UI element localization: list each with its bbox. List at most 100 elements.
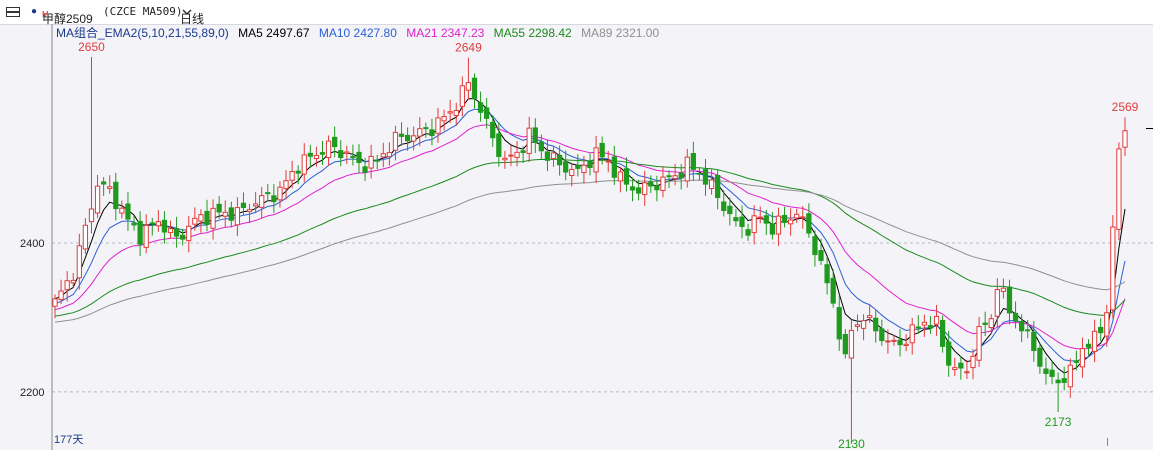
candle-body[interactable]	[70, 279, 76, 284]
candle-body[interactable]	[678, 172, 684, 179]
candle-body[interactable]	[404, 134, 411, 142]
candle-body[interactable]	[325, 140, 332, 159]
candle-body[interactable]	[319, 152, 326, 155]
candle-body[interactable]	[818, 250, 824, 261]
candle-body[interactable]	[563, 161, 569, 173]
candle-body[interactable]	[173, 228, 180, 237]
candle-body[interactable]	[727, 205, 733, 215]
candle-body[interactable]	[283, 180, 289, 189]
candle-body[interactable]	[76, 245, 82, 279]
candle-body[interactable]	[1019, 320, 1025, 332]
candle-body[interactable]	[933, 315, 940, 325]
candle-body[interactable]	[441, 116, 447, 122]
candle-body[interactable]	[295, 170, 301, 174]
candle-body[interactable]	[338, 150, 344, 159]
candle-body[interactable]	[860, 320, 867, 329]
candle-body[interactable]	[1079, 348, 1086, 368]
candle-body[interactable]	[538, 141, 544, 152]
candle-body[interactable]	[587, 160, 593, 168]
candle-body[interactable]	[1061, 378, 1067, 383]
candle-body[interactable]	[994, 289, 1000, 317]
candle-body[interactable]	[629, 186, 636, 191]
candle-body[interactable]	[447, 111, 453, 114]
candle-body[interactable]	[544, 151, 551, 161]
candle-body[interactable]	[271, 195, 277, 203]
candle-body[interactable]	[350, 155, 356, 158]
candle-body[interactable]	[757, 216, 763, 219]
candle-body[interactable]	[204, 210, 210, 226]
candle-body[interactable]	[313, 154, 320, 159]
candle-body[interactable]	[733, 217, 739, 222]
candle-body[interactable]	[715, 174, 721, 199]
candle-body[interactable]	[526, 127, 532, 154]
candle-body[interactable]	[58, 290, 64, 301]
candle-body[interactable]	[897, 339, 903, 346]
candle-body[interactable]	[708, 179, 715, 190]
candle-body[interactable]	[228, 207, 234, 221]
candle-body[interactable]	[781, 214, 788, 223]
candle-body[interactable]	[1085, 343, 1092, 348]
candle-body[interactable]	[660, 176, 666, 191]
candle-body[interactable]	[82, 224, 89, 250]
candle-body[interactable]	[131, 222, 137, 226]
candle-body[interactable]	[392, 131, 399, 151]
candle-body[interactable]	[763, 215, 769, 224]
candle-body[interactable]	[946, 341, 952, 366]
candle-body[interactable]	[1067, 364, 1073, 388]
candle-body[interactable]	[952, 367, 958, 371]
candle-body[interactable]	[1098, 326, 1104, 334]
candle-body[interactable]	[435, 117, 441, 134]
candle-body[interactable]	[921, 321, 928, 326]
candle-body[interactable]	[143, 224, 149, 248]
candle-body[interactable]	[775, 215, 782, 235]
candle-body[interactable]	[484, 107, 490, 119]
candle-body[interactable]	[471, 77, 478, 99]
candle-body[interactable]	[234, 207, 241, 226]
candle-body[interactable]	[550, 152, 557, 160]
candle-body[interactable]	[490, 121, 496, 139]
candle-body[interactable]	[277, 186, 283, 201]
candle-body[interactable]	[666, 175, 672, 178]
candle-body[interactable]	[672, 175, 678, 180]
candle-body[interactable]	[812, 236, 818, 256]
candle-body[interactable]	[1006, 286, 1013, 314]
candle-body[interactable]	[794, 213, 800, 219]
candle-body[interactable]	[1000, 287, 1007, 292]
candle-body[interactable]	[988, 318, 994, 328]
candle-body[interactable]	[982, 322, 988, 325]
candle-body[interactable]	[113, 181, 119, 210]
candle-body[interactable]	[1055, 379, 1061, 384]
candle-body[interactable]	[216, 203, 222, 213]
candle-body[interactable]	[556, 154, 563, 166]
candle-body[interactable]	[88, 208, 95, 223]
candle-body[interactable]	[301, 154, 307, 175]
candle-body[interactable]	[702, 168, 709, 185]
candle-body[interactable]	[356, 151, 362, 163]
candle-body[interactable]	[398, 133, 405, 137]
candle-body[interactable]	[198, 214, 204, 222]
candle-body[interactable]	[374, 159, 380, 162]
candle-body[interactable]	[1037, 347, 1043, 367]
candle-body[interactable]	[186, 225, 192, 242]
candle-body[interactable]	[1104, 312, 1110, 337]
candle-body[interactable]	[836, 307, 842, 340]
candle-body[interactable]	[94, 185, 101, 214]
candlestick-chart[interactable]: 2200 2400 2650 2649 2130 2173 2569	[0, 24, 1153, 450]
candle-body[interactable]	[642, 182, 648, 196]
candle-body[interactable]	[800, 216, 806, 219]
candle-body[interactable]	[259, 195, 265, 208]
candle-body[interactable]	[453, 109, 459, 117]
candle-body[interactable]	[429, 129, 435, 137]
candle-body[interactable]	[690, 153, 696, 170]
candle-body[interactable]	[970, 355, 976, 369]
candle-body[interactable]	[240, 202, 247, 208]
candle-body[interactable]	[222, 211, 228, 217]
candle-body[interactable]	[696, 172, 703, 175]
candle-body[interactable]	[739, 216, 745, 227]
candle-body[interactable]	[52, 298, 58, 307]
candle-body[interactable]	[885, 340, 891, 343]
candle-body[interactable]	[617, 171, 624, 182]
candle-body[interactable]	[167, 228, 174, 234]
candle-body[interactable]	[909, 324, 915, 344]
candle-body[interactable]	[1110, 226, 1116, 311]
